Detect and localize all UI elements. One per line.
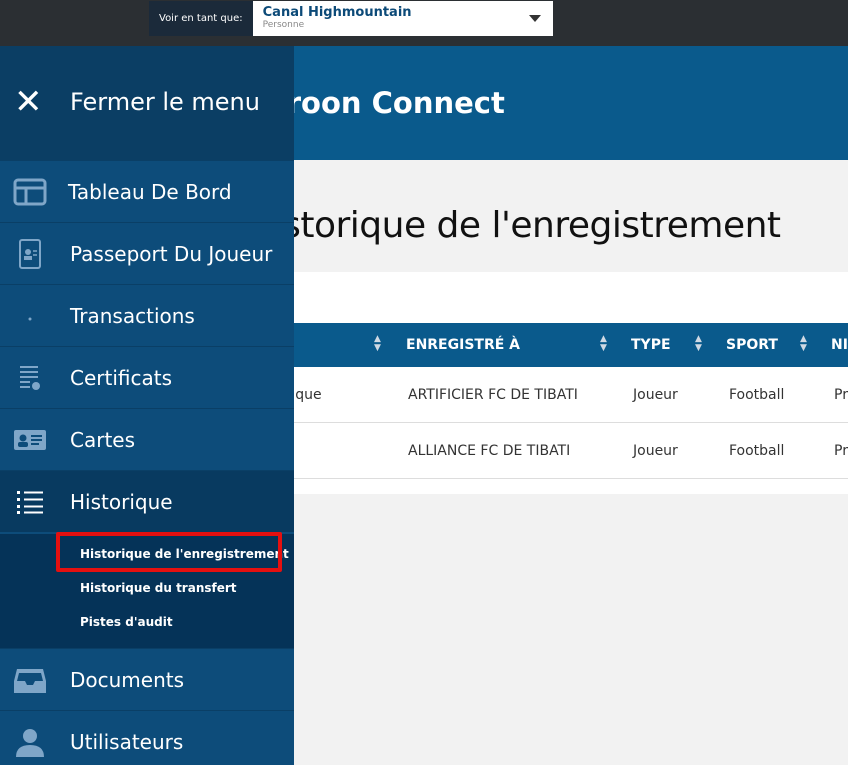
table-cell: Football: [729, 387, 785, 403]
view-as-label: Voir en tant que:: [149, 1, 253, 36]
close-menu-label: Fermer le menu: [70, 88, 260, 116]
sidebar-item-label: Tableau De Bord: [68, 180, 232, 204]
table-cell: Joueur: [633, 387, 678, 403]
table-row[interactable]: ent ALLIANCE FC DE TIBATI Joueur Footbal…: [270, 423, 848, 479]
passport-icon: [12, 239, 48, 269]
column-header-level[interactable]: NI: [831, 323, 848, 367]
close-menu-button[interactable]: ✕ Fermer le menu: [0, 46, 294, 160]
view-as-control: Voir en tant que: Canal Highmountain Per…: [149, 1, 553, 36]
certificate-icon: [12, 363, 48, 393]
submenu-item-transfer-history[interactable]: Historique du transfert: [80, 581, 237, 595]
sidebar-item-passport[interactable]: Passeport Du Joueur: [0, 222, 294, 284]
sidebar-item-users[interactable]: Utilisateurs: [0, 710, 294, 765]
table-cell: Pr: [834, 443, 848, 459]
table-row[interactable]: estique ARTIFICIER FC DE TIBATI Joueur F…: [270, 367, 848, 423]
sidebar-item-dashboard[interactable]: Tableau De Bord: [0, 160, 294, 222]
sort-icon[interactable]: ▲ ▼: [600, 335, 607, 353]
sort-icon[interactable]: ▲ ▼: [374, 335, 381, 353]
table-header: ▲ ▼ ENREGISTRÉ À ▲ ▼ TYPE ▲ ▼ SPORT ▲ ▼ NI: [270, 323, 848, 367]
table-cell: ALLIANCE FC DE TIBATI: [408, 443, 571, 459]
sort-icon[interactable]: ▲ ▼: [695, 335, 702, 353]
sidebar-item-label: Cartes: [70, 428, 136, 452]
chevron-down-icon: [528, 15, 541, 22]
sort-icon[interactable]: ▲ ▼: [800, 335, 807, 353]
selection-highlight: [56, 532, 282, 572]
table-cell: Football: [729, 443, 785, 459]
page-title: Historique de l'enregistrement: [246, 205, 781, 246]
dashboard-icon: [12, 177, 48, 207]
table-cell: Pr: [834, 387, 848, 403]
table-cell: ARTIFICIER FC DE TIBATI: [408, 387, 578, 403]
sidebar-item-cards[interactable]: Cartes: [0, 408, 294, 470]
close-icon: ✕: [14, 82, 43, 122]
column-header-registered-at[interactable]: ENREGISTRÉ À: [406, 323, 520, 367]
inbox-icon: [12, 665, 48, 695]
column-header-type[interactable]: TYPE: [631, 323, 671, 367]
sidebar-item-label: Transactions: [70, 304, 195, 328]
sidebar-item-documents[interactable]: Documents: [0, 648, 294, 710]
sidebar-item-label: Certificats: [70, 366, 173, 390]
sidebar-item-certificates[interactable]: Certificats: [0, 346, 294, 408]
submenu-item-audit-trails[interactable]: Pistes d'audit: [80, 615, 173, 629]
view-as-select[interactable]: Canal Highmountain Personne: [252, 1, 553, 36]
view-as-name: Canal Highmountain: [262, 5, 412, 20]
top-bar: Voir en tant que: Canal Highmountain Per…: [0, 0, 848, 46]
column-header-sport[interactable]: SPORT: [726, 323, 778, 367]
sidebar-menu: ✕ Fermer le menu Tableau De Bord Passepo…: [0, 46, 294, 765]
view-as-role: Personne: [262, 20, 305, 30]
sidebar-item-label: Utilisateurs: [70, 730, 184, 754]
sidebar-item-label: Documents: [70, 668, 185, 692]
transactions-icon: [12, 301, 48, 331]
sidebar-item-label: Historique: [70, 490, 173, 514]
sidebar-item-transactions[interactable]: Transactions: [0, 284, 294, 346]
table-cell: Joueur: [633, 443, 678, 459]
user-icon: [12, 727, 48, 757]
list-icon: [12, 487, 48, 517]
sidebar-item-label: Passeport Du Joueur: [70, 242, 273, 266]
sidebar-item-history[interactable]: Historique: [0, 470, 294, 532]
id-card-icon: [12, 425, 48, 455]
